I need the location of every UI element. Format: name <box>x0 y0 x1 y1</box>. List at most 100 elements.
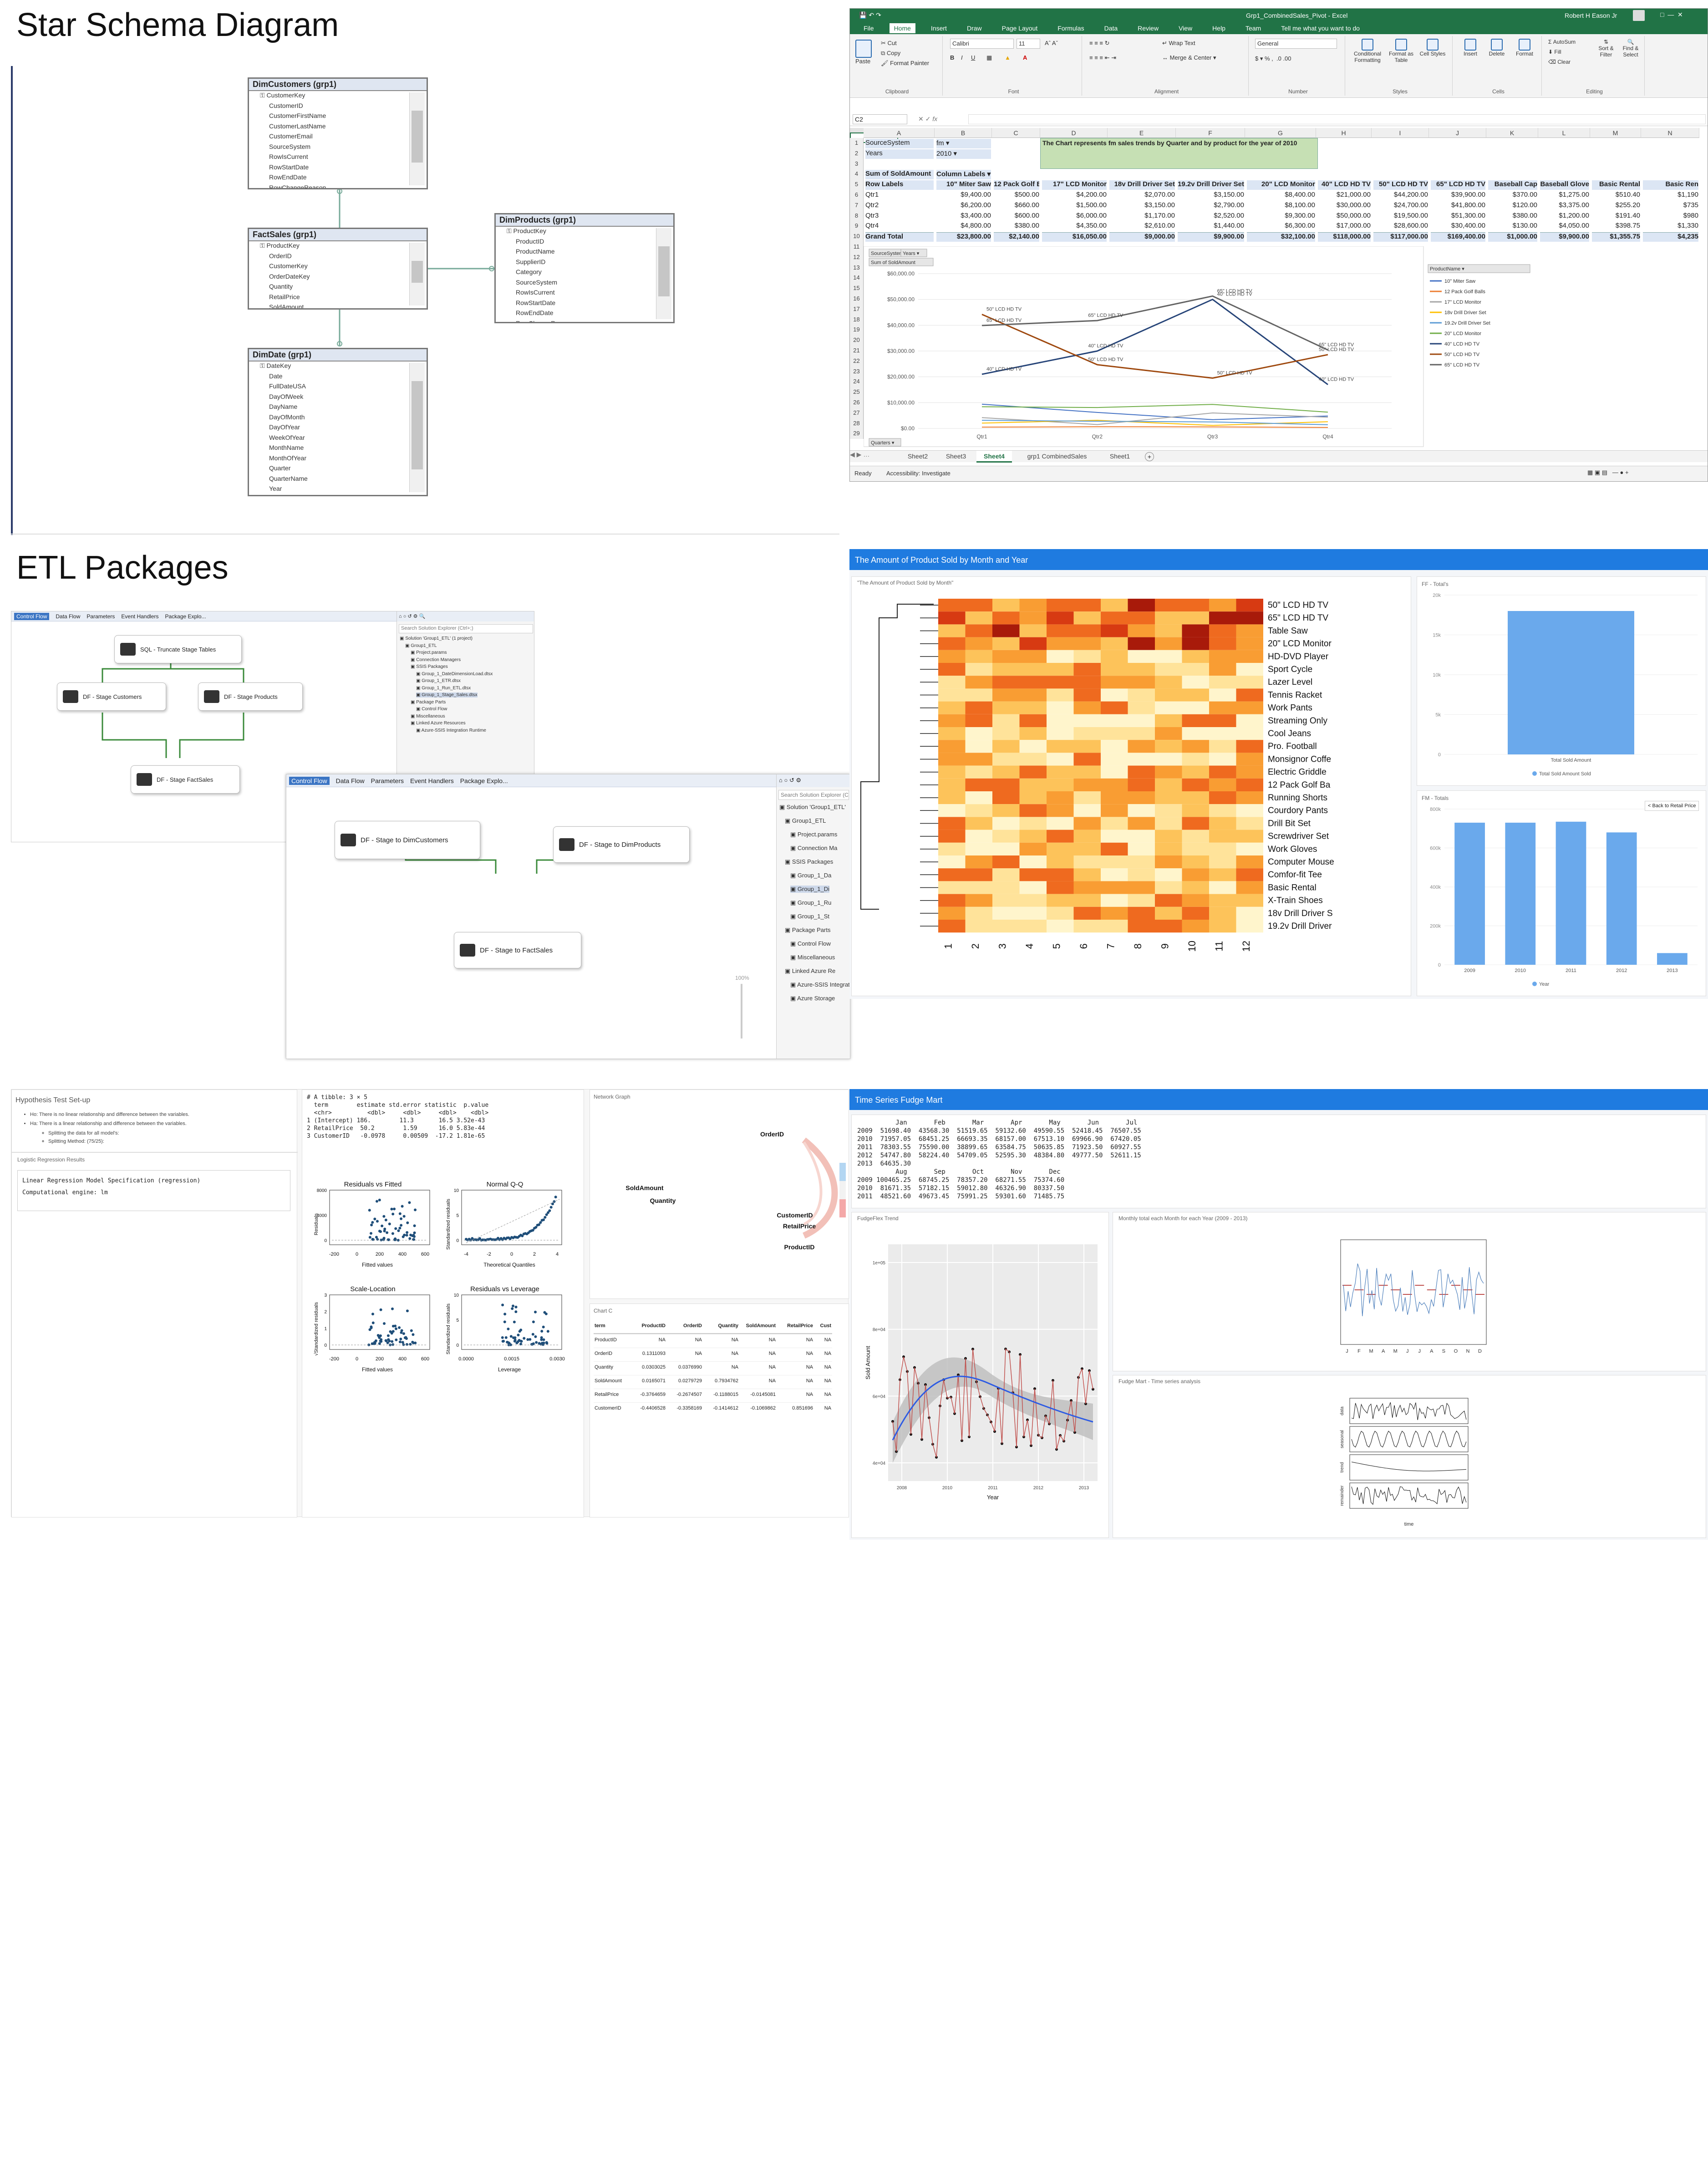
heatmap-cell[interactable] <box>938 817 966 830</box>
row-header[interactable]: 20 <box>850 335 864 346</box>
solution-tree-item[interactable]: ▣ SSIS Packages <box>411 664 448 669</box>
heatmap-cell[interactable] <box>1182 804 1210 817</box>
pivot-cell[interactable]: $380.00 <box>994 222 1039 231</box>
heatmap-cell[interactable] <box>1047 624 1074 637</box>
heatmap-cell[interactable] <box>938 855 966 869</box>
heatmap-cell[interactable] <box>992 753 1020 766</box>
heatmap-cell[interactable] <box>992 701 1020 714</box>
row-header[interactable]: 18 <box>850 314 864 325</box>
heatmap-cell[interactable] <box>1182 676 1210 689</box>
heatmap-cell[interactable] <box>938 727 966 740</box>
heatmap-cell[interactable] <box>965 663 993 676</box>
align-top-icon[interactable]: ≡ ≡ ≡ ↻ <box>1089 40 1109 47</box>
heatmap-cell[interactable] <box>1209 855 1236 869</box>
heatmap-cell[interactable] <box>992 868 1020 881</box>
designer-tab[interactable]: Data Flow <box>56 613 80 620</box>
heatmap-cell[interactable] <box>965 920 993 933</box>
heatmap-cell[interactable] <box>1236 881 1264 894</box>
pivot-col-header[interactable]: Baseball Cap <box>1488 180 1537 190</box>
heatmap-cell[interactable] <box>1209 753 1236 766</box>
heatmap-cell[interactable] <box>1101 611 1128 625</box>
heatmap-cell[interactable] <box>1209 663 1236 676</box>
heatmap-cell[interactable] <box>1047 920 1074 933</box>
pivot-cell[interactable]: $1,190 <box>1643 191 1698 200</box>
column-header[interactable]: H <box>1316 128 1372 138</box>
heatmap-cell[interactable] <box>1047 663 1074 676</box>
heatmap-cell[interactable] <box>938 624 966 637</box>
heatmap-cell[interactable] <box>1073 676 1101 689</box>
heatmap-cell[interactable] <box>1019 881 1047 894</box>
heatmap-cell[interactable] <box>1047 599 1074 612</box>
column-header[interactable]: J <box>1429 128 1486 138</box>
heatmap-cell[interactable] <box>992 894 1020 907</box>
ribbon-tab[interactable]: Help <box>1208 23 1230 33</box>
pivot-column-labels[interactable]: Column Labels ▾ <box>936 170 991 180</box>
solution-tree-item[interactable]: ▣ SSIS Packages <box>785 858 833 866</box>
italic-button[interactable]: I <box>961 54 963 61</box>
heatmap-cell[interactable] <box>1209 701 1236 714</box>
heatmap-cell[interactable] <box>1236 624 1264 637</box>
pivot-cell[interactable]: $9,300.00 <box>1247 212 1315 221</box>
solution-tree-item[interactable]: ▣ Project.params <box>411 650 447 655</box>
heatmap-cell[interactable] <box>1047 868 1074 881</box>
task-stage-dimproducts[interactable]: DF - Stage to DimProducts <box>553 826 690 863</box>
heatmap-cell[interactable] <box>1047 804 1074 817</box>
heatmap-cell[interactable] <box>1047 676 1074 689</box>
grand-total-cell[interactable]: $117,000.00 <box>1373 232 1428 242</box>
row-header[interactable]: 23 <box>850 366 864 377</box>
heatmap-cell[interactable] <box>1182 830 1210 843</box>
heatmap-cell[interactable] <box>1047 817 1074 830</box>
name-box[interactable]: C2 <box>853 114 907 124</box>
heatmap-cell[interactable] <box>1101 868 1128 881</box>
heatmap-cell[interactable] <box>1155 714 1182 727</box>
heatmap-cell[interactable] <box>1209 804 1236 817</box>
cell-styles-button[interactable]: Cell Styles <box>1419 39 1446 57</box>
heatmap-cell[interactable] <box>1182 920 1210 933</box>
heatmap-cell[interactable] <box>1073 830 1101 843</box>
solution-tree-item[interactable]: ▣ Azure-SSIS Integration Runtime <box>416 728 486 733</box>
heatmap-cell[interactable] <box>1073 842 1101 855</box>
heatmap-cell[interactable] <box>1182 855 1210 869</box>
heatmap-cell[interactable] <box>1019 599 1047 612</box>
heatmap-cell[interactable] <box>1182 611 1210 625</box>
grand-total-cell[interactable]: $169,400.00 <box>1431 232 1485 242</box>
heatmap-chart[interactable]: 50" LCD HD TV 65" LCD HD TV Table Saw 20" L… <box>852 591 1412 991</box>
merge-center-button[interactable]: ↔ Merge & Center ▾ <box>1162 54 1216 61</box>
solution-tree-item[interactable]: ▣ Group_1_Ru <box>790 899 831 906</box>
column-header[interactable]: D <box>1040 128 1108 138</box>
heatmap-cell[interactable] <box>1019 753 1047 766</box>
heatmap-cell[interactable] <box>938 765 966 779</box>
heatmap-cell[interactable] <box>1019 817 1047 830</box>
heatmap-cell[interactable] <box>1236 920 1264 933</box>
row-header[interactable]: 4 <box>850 169 864 180</box>
heatmap-cell[interactable] <box>965 830 993 843</box>
pivot-cell[interactable]: Qtr2 <box>865 201 934 211</box>
grand-total-cell[interactable]: Grand Total <box>865 232 934 242</box>
heatmap-cell[interactable] <box>965 881 993 894</box>
autosum-button[interactable]: Σ AutoSum <box>1548 39 1576 45</box>
solution-tree-item[interactable]: ▣ Group1_ETL <box>405 643 437 648</box>
heatmap-cell[interactable] <box>965 765 993 779</box>
heatmap-cell[interactable] <box>1073 791 1101 804</box>
table-dimproducts[interactable]: DimProducts (grp1) ⚿ ProductKey ProductID… <box>494 213 675 323</box>
pivot-cell[interactable]: $2,070.00 <box>1109 191 1175 200</box>
grand-total-cell[interactable]: $2,140.00 <box>994 232 1039 242</box>
fill-color-icon[interactable]: ▲ <box>1005 54 1011 61</box>
designer-tab[interactable]: Event Handlers <box>410 777 454 784</box>
heatmap-cell[interactable] <box>1073 868 1101 881</box>
solution-tree-item[interactable]: ▣ Group_1_St <box>790 913 829 920</box>
heatmap-cell[interactable] <box>938 701 966 714</box>
heatmap-cell[interactable] <box>1047 855 1074 869</box>
heatmap-cell[interactable] <box>1209 920 1236 933</box>
heatmap-cell[interactable] <box>1101 676 1128 689</box>
heatmap-cell[interactable] <box>965 817 993 830</box>
heatmap-cell[interactable] <box>1236 611 1264 625</box>
pivot-col-header[interactable]: 17" LCD Monitor <box>1042 180 1107 190</box>
heatmap-cell[interactable] <box>1047 688 1074 702</box>
sheet-tab[interactable]: Sheet4 <box>976 451 1012 463</box>
heatmap-cell[interactable] <box>1073 611 1101 625</box>
heatmap-cell[interactable] <box>1019 920 1047 933</box>
heatmap-cell[interactable] <box>1182 817 1210 830</box>
heatmap-cell[interactable] <box>1101 701 1128 714</box>
heatmap-cell[interactable] <box>1128 868 1155 881</box>
